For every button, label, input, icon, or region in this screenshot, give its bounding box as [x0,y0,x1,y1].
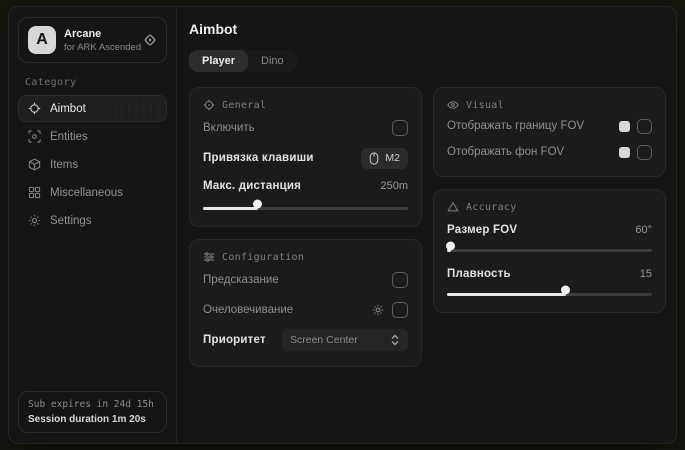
slider-fill [447,249,451,252]
max-distance-value: 250m [380,180,408,192]
humanize-label: Очеловечивание [203,304,293,316]
tab-dino[interactable]: Dino [248,50,297,72]
person-target-icon [203,99,215,111]
slider-track[interactable] [447,249,652,252]
app-name: Arcane [64,28,135,40]
configuration-card-header: Configuration [203,251,408,263]
fov-size-value: 60° [635,224,652,236]
visual-card-header: Visual [447,99,652,111]
mouse-icon [369,152,379,165]
slider-thumb[interactable] [253,200,262,209]
sidebar-item-items[interactable]: Items [18,151,167,178]
prediction-checkbox[interactable] [392,272,408,288]
slider-fill [447,293,566,296]
humanize-settings-gear-icon[interactable] [372,304,384,316]
cards-grid: General Включить Привязка клавиши [189,87,664,367]
fov-border-color-swatch[interactable] [619,121,630,132]
fov-size-slider[interactable] [447,246,652,255]
sidebar-item-miscellaneous[interactable]: Miscellaneous [18,179,167,206]
max-distance-slider[interactable] [203,204,408,213]
priority-dropdown[interactable]: Screen Center [282,329,408,351]
accuracy-card: Accuracy Размер FOV 60° Плавность [433,189,666,313]
chevrons-up-down-icon [390,334,400,346]
gear-icon [27,214,41,227]
fov-bg-label: Отображать фон FOV [447,146,564,158]
fov-bg-checkbox[interactable] [637,145,652,160]
configuration-card: Configuration Предсказание Очеловечивани… [189,239,422,367]
subscription-card: Sub expires in 24d 15h Session duration … [18,391,167,433]
enable-label: Включить [203,122,255,134]
smoothness-value: 15 [640,268,652,280]
general-card-title: General [222,100,266,111]
sidebar-item-label: Aimbot [50,103,86,115]
tab-bar: Player Dino [189,50,297,72]
app-logo: A [28,26,56,54]
visual-card-title: Visual [466,100,504,111]
accuracy-card-title: Accuracy [466,202,517,213]
left-column: General Включить Привязка клавиши [189,87,422,367]
sidebar-item-label: Entities [50,131,88,143]
prediction-label: Предсказание [203,274,279,286]
active-item-watermark [114,100,160,119]
slider-fill [203,207,258,210]
main-content: Aimbot Player Dino Gener [177,7,676,443]
crosshair-icon [27,102,41,115]
box-icon [27,158,41,171]
grid-icon [27,186,41,199]
humanize-checkbox[interactable] [392,302,408,318]
page-title: Aimbot [189,21,664,37]
sliders-icon [203,251,215,263]
app-title-block: Arcane for ARK Ascended [64,28,135,53]
priority-value: Screen Center [290,334,358,346]
sidebar-item-label: Settings [50,215,92,227]
sidebar-item-label: Items [50,159,78,171]
session-duration-text: Session duration 1m 20s [28,414,157,425]
diamond-target-icon[interactable] [143,33,157,47]
smoothness-label: Плавность [447,268,511,280]
general-card-header: General [203,99,408,111]
enable-checkbox[interactable] [392,120,408,136]
keybind-value: M2 [385,152,400,164]
accuracy-card-header: Accuracy [447,201,652,213]
scan-icon [27,130,41,143]
visual-card: Visual Отображать границу FOV Отображать… [433,87,666,177]
general-card: General Включить Привязка клавиши [189,87,422,227]
triangle-icon [447,201,459,213]
sidebar-item-aimbot[interactable]: Aimbot [18,95,167,122]
fov-size-label: Размер FOV [447,224,517,236]
sidebar-item-label: Miscellaneous [50,187,123,199]
configuration-card-title: Configuration [222,252,304,263]
fov-bg-color-swatch[interactable] [619,147,630,158]
app-subtitle: for ARK Ascended [64,42,135,53]
fov-border-label: Отображать границу FOV [447,120,584,132]
sidebar-item-entities[interactable]: Entities [18,123,167,150]
sidebar-nav: Aimbot Entities Items [18,95,167,234]
sub-expires-text: Sub expires in 24d 15h [28,399,157,410]
eye-icon [447,99,459,111]
slider-thumb[interactable] [446,242,455,251]
right-column: Visual Отображать границу FOV Отображать… [433,87,666,313]
tab-player[interactable]: Player [189,50,248,72]
smoothness-slider[interactable] [447,290,652,299]
app-logo-card: A Arcane for ARK Ascended [18,17,167,63]
keybind-button[interactable]: M2 [361,148,408,169]
sidebar-item-settings[interactable]: Settings [18,207,167,234]
max-distance-label: Макс. дистанция [203,180,301,192]
sidebar: A Arcane for ARK Ascended Category [9,7,177,443]
fov-border-checkbox[interactable] [637,119,652,134]
keybind-label: Привязка клавиши [203,152,314,164]
priority-label: Приоритет [203,334,266,346]
slider-thumb[interactable] [561,286,570,295]
app-window: A Arcane for ARK Ascended Category [8,6,677,444]
category-label: Category [25,77,167,88]
